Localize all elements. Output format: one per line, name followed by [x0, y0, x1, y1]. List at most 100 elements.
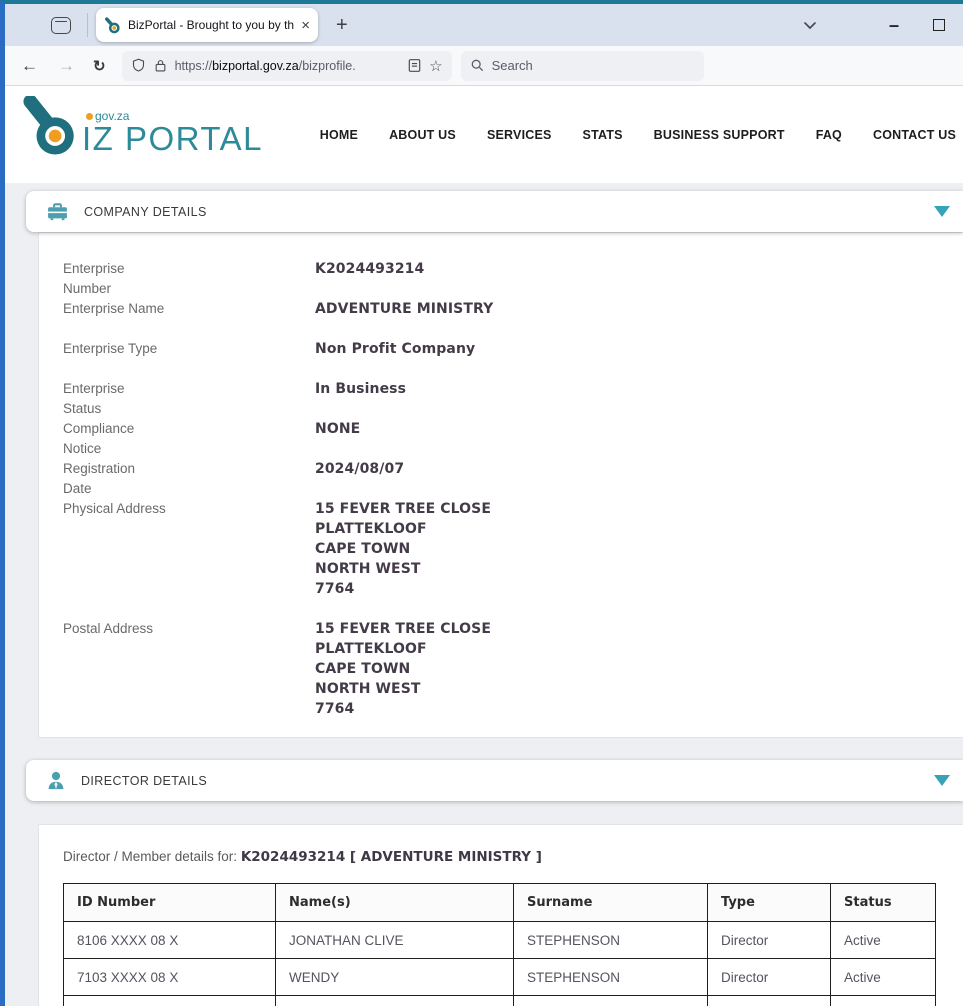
cell-names: WENDY: [276, 959, 514, 996]
logo-wordmark: gov.za IZ PORTAL: [82, 109, 263, 154]
cell-surname: SEHLAPELO: [514, 996, 708, 1006]
field-row-enterprise-type: Enterprise Type Non Profit Company: [63, 339, 963, 359]
field-value: K2024493214: [315, 259, 424, 299]
page-content: COMPANY DETAILS Enterprise Number K20244…: [5, 183, 963, 1006]
tab-title: BizPortal - Brought to you by th: [128, 18, 297, 32]
field-label: Enterprise Type: [63, 339, 315, 359]
cell-status: Active: [831, 996, 936, 1006]
col-header-surname: Surname: [514, 884, 708, 922]
field-row-enterprise-number: Enterprise Number K2024493214: [63, 259, 963, 299]
person-icon: [47, 771, 65, 790]
field-label: Enterprise Number: [63, 259, 315, 299]
window-maximize-button[interactable]: [933, 19, 945, 31]
field-label: Compliance Notice: [63, 419, 315, 459]
field-row-postal-address: Postal Address 15 FEVER TREE CLOSE PLATT…: [63, 619, 963, 719]
cell-status: Active: [831, 922, 936, 959]
reader-view-icon[interactable]: [408, 58, 421, 73]
bizportal-favicon-icon: [104, 17, 121, 34]
director-details-title: DIRECTOR DETAILS: [81, 774, 207, 788]
field-value: Non Profit Company: [315, 339, 475, 359]
cell-id-number: 8203 XXXX 08 X: [64, 996, 276, 1006]
search-placeholder: Search: [492, 58, 533, 73]
field-label: Physical Address: [63, 499, 315, 599]
collapse-triangle-icon[interactable]: [934, 775, 950, 786]
cell-type: Director: [708, 996, 831, 1006]
url-bar[interactable]: https://bizportal.gov.za/bizprofile. ☆: [122, 51, 452, 81]
search-input[interactable]: Search: [461, 51, 704, 81]
nav-item-contact-us[interactable]: CONTACT US: [873, 128, 956, 142]
nav-item-faq[interactable]: FAQ: [816, 128, 842, 142]
active-tab[interactable]: BizPortal - Brought to you by th ×: [96, 8, 318, 42]
window-minimize-button[interactable]: –: [889, 20, 899, 30]
firefox-view-icon[interactable]: [51, 17, 71, 34]
table-row: 7103 XXXX 08 X WENDY STEPHENSON Director…: [64, 959, 936, 996]
table-row: 8106 XXXX 08 X JONATHAN CLIVE STEPHENSON…: [64, 922, 936, 959]
collapse-triangle-icon[interactable]: [934, 206, 950, 217]
field-label: Enterprise Name: [63, 299, 315, 319]
site-header: gov.za IZ PORTAL HOME ABOUT US SERVICES …: [5, 86, 963, 183]
field-value: NONE: [315, 419, 360, 459]
field-label: Postal Address: [63, 619, 315, 719]
cell-names: JONATHAN CLIVE: [276, 922, 514, 959]
nav-item-business-support[interactable]: BUSINESS SUPPORT: [654, 128, 785, 142]
nav-item-stats[interactable]: STATS: [583, 128, 623, 142]
table-header-row: ID Number Name(s) Surname Type Status: [64, 884, 936, 922]
orange-dot-icon: [86, 113, 93, 120]
field-label: Enterprise Status: [63, 379, 315, 419]
field-row-physical-address: Physical Address 15 FEVER TREE CLOSE PLA…: [63, 499, 963, 599]
cell-surname: STEPHENSON: [514, 959, 708, 996]
cell-names: COLLIN: [276, 996, 514, 1006]
browser-toolbar: ← → ↻ https://bizportal.gov.za/bizprofil…: [5, 46, 963, 86]
search-icon: [471, 59, 484, 72]
nav-item-services[interactable]: SERVICES: [487, 128, 552, 142]
reload-button[interactable]: ↻: [93, 57, 106, 75]
company-details-title: COMPANY DETAILS: [84, 205, 207, 219]
director-intro-company: K2024493214 [ ADVENTURE MINISTRY ]: [241, 849, 542, 865]
tab-close-icon[interactable]: ×: [301, 17, 310, 34]
field-value: In Business: [315, 379, 406, 419]
field-row-registration-date: Registration Date 2024/08/07: [63, 459, 963, 499]
field-label: Registration Date: [63, 459, 315, 499]
bookmark-star-icon[interactable]: ☆: [429, 57, 442, 75]
bizportal-logo-icon: [22, 96, 80, 158]
nav-item-about-us[interactable]: ABOUT US: [389, 128, 456, 142]
field-value: 15 FEVER TREE CLOSE PLATTEKLOOF CAPE TOW…: [315, 499, 491, 599]
lock-icon[interactable]: [154, 58, 167, 73]
tracking-shield-icon[interactable]: [131, 58, 146, 73]
field-row-compliance-notice: Compliance Notice NONE: [63, 419, 963, 459]
col-header-names: Name(s): [276, 884, 514, 922]
cell-type: Director: [708, 922, 831, 959]
company-details-body: Enterprise Number K2024493214 Enterprise…: [38, 232, 963, 738]
director-table: ID Number Name(s) Surname Type Status 81…: [63, 883, 936, 1006]
field-row-enterprise-name: Enterprise Name ADVENTURE MINISTRY: [63, 299, 963, 319]
cell-surname: STEPHENSON: [514, 922, 708, 959]
director-details-body: Director / Member details for: K20244932…: [38, 824, 963, 1006]
logo-text: IZ PORTAL: [82, 124, 263, 154]
cell-type: Director: [708, 959, 831, 996]
browser-tab-bar: BizPortal - Brought to you by th × + –: [5, 4, 963, 46]
nav-item-home[interactable]: HOME: [320, 128, 358, 142]
new-tab-button[interactable]: +: [336, 14, 348, 37]
field-value: ADVENTURE MINISTRY: [315, 299, 493, 319]
url-path: /bizprofile.: [299, 59, 356, 73]
field-value: 2024/08/07: [315, 459, 404, 499]
bizportal-logo[interactable]: gov.za IZ PORTAL: [22, 96, 263, 158]
director-intro: Director / Member details for: K20244932…: [63, 849, 963, 865]
company-details-header[interactable]: COMPANY DETAILS: [26, 191, 963, 232]
briefcase-icon: [47, 203, 68, 221]
cell-id-number: 8106 XXXX 08 X: [64, 922, 276, 959]
col-header-status: Status: [831, 884, 936, 922]
url-text: https://bizportal.gov.za/bizprofile.: [175, 59, 401, 73]
col-header-type: Type: [708, 884, 831, 922]
tab-separator: [87, 13, 88, 37]
url-host: bizportal.gov.za: [212, 59, 299, 73]
back-button[interactable]: ←: [21, 56, 38, 76]
field-value: 15 FEVER TREE CLOSE PLATTEKLOOF CAPE TOW…: [315, 619, 491, 719]
list-all-tabs-chevron-icon[interactable]: [803, 21, 817, 30]
forward-button[interactable]: →: [58, 56, 75, 76]
main-nav: HOME ABOUT US SERVICES STATS BUSINESS SU…: [320, 86, 963, 183]
director-intro-prefix: Director / Member details for:: [63, 849, 241, 864]
table-row: 8203 XXXX 08 X COLLIN SEHLAPELO Director…: [64, 996, 936, 1006]
url-scheme: https://: [175, 59, 213, 73]
director-details-header[interactable]: DIRECTOR DETAILS: [26, 760, 963, 801]
